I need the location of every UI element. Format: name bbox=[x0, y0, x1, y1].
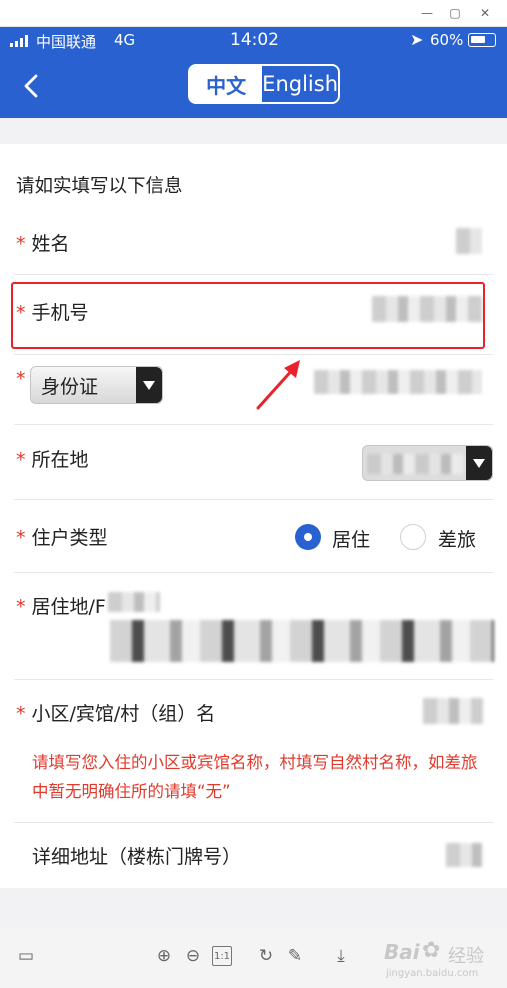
chevron-left-icon bbox=[24, 74, 38, 98]
radio-resident-label: 居住 bbox=[332, 529, 371, 551]
residence-label: * 居住地/F bbox=[16, 596, 106, 618]
community-label: * 小区/宾馆/村（组）名 bbox=[16, 703, 216, 725]
zoom-out-icon[interactable]: ⊖ bbox=[183, 946, 203, 966]
layout-icon[interactable]: ▭ bbox=[16, 946, 36, 966]
back-button[interactable] bbox=[18, 72, 46, 100]
signal-icon bbox=[10, 35, 28, 47]
phone-highlight-box bbox=[11, 282, 485, 349]
status-bar: 中国联通 4G 14:02 ➤ 60% bbox=[0, 27, 507, 54]
address-label: 详细地址（楼栋门牌号） bbox=[32, 846, 242, 868]
zoom-in-icon[interactable]: ⊕ bbox=[154, 946, 174, 966]
battery-icon bbox=[468, 33, 496, 47]
name-input[interactable] bbox=[456, 228, 482, 254]
battery-percent: 60% bbox=[430, 31, 464, 49]
dropdown-icon bbox=[136, 367, 162, 403]
window-title-bar: — ▢ ✕ bbox=[0, 0, 507, 27]
network-type: 4G bbox=[114, 31, 136, 49]
actual-size-icon[interactable]: 1:1 bbox=[212, 946, 232, 966]
nav-bar: 中文 English bbox=[0, 54, 507, 118]
radio-resident[interactable] bbox=[295, 524, 321, 550]
id-required-mark: * bbox=[16, 368, 26, 390]
residence-input[interactable] bbox=[110, 620, 494, 662]
paw-icon: ✿ bbox=[422, 938, 441, 963]
dropdown-icon bbox=[466, 446, 492, 480]
carrier-name: 中国联通 bbox=[36, 33, 97, 51]
location-label: * 所在地 bbox=[16, 449, 89, 471]
lang-chinese-button[interactable]: 中文 bbox=[190, 66, 263, 102]
form-intro: 请如实填写以下信息 bbox=[16, 176, 183, 197]
language-switch: 中文 English bbox=[188, 64, 340, 104]
radio-travel-label: 差旅 bbox=[438, 529, 477, 551]
location-icon: ➤ bbox=[410, 30, 424, 49]
resident-type-label: * 住户类型 bbox=[16, 527, 108, 549]
residence-label-blur bbox=[108, 592, 160, 612]
id-type-value: 身份证 bbox=[41, 375, 99, 398]
arrow-annotation-icon bbox=[256, 360, 300, 410]
address-input[interactable] bbox=[446, 843, 482, 867]
location-value bbox=[367, 454, 463, 474]
minimize-icon[interactable]: — bbox=[416, 4, 438, 22]
id-number-input[interactable] bbox=[314, 370, 482, 394]
lang-english-button[interactable]: English bbox=[262, 66, 338, 102]
name-label: * 姓名 bbox=[16, 233, 70, 255]
id-type-select[interactable]: 身份证 bbox=[30, 366, 163, 404]
location-select[interactable] bbox=[362, 445, 493, 481]
community-input[interactable] bbox=[423, 698, 483, 724]
baidu-watermark: Bai ✿ 经验 jingyan.baidu.com bbox=[384, 938, 484, 979]
radio-travel[interactable] bbox=[400, 524, 426, 550]
edit-icon[interactable]: ✎ bbox=[285, 946, 305, 966]
bottom-toolbar: ▭ ⊕ ⊖ 1:1 ↻ ✎ ⤓ Bai ✿ 经验 jingyan.baidu.c… bbox=[0, 928, 507, 988]
download-icon[interactable]: ⤓ bbox=[331, 946, 351, 966]
maximize-icon[interactable]: ▢ bbox=[444, 4, 466, 22]
close-icon[interactable]: ✕ bbox=[474, 4, 496, 22]
community-hint: 请填写您入住的小区或宾馆名称，村填写自然村名称，如差旅中暂无明确住所的请填“无” bbox=[32, 753, 478, 801]
rotate-icon[interactable]: ↻ bbox=[256, 946, 276, 966]
clock: 14:02 bbox=[230, 30, 279, 50]
